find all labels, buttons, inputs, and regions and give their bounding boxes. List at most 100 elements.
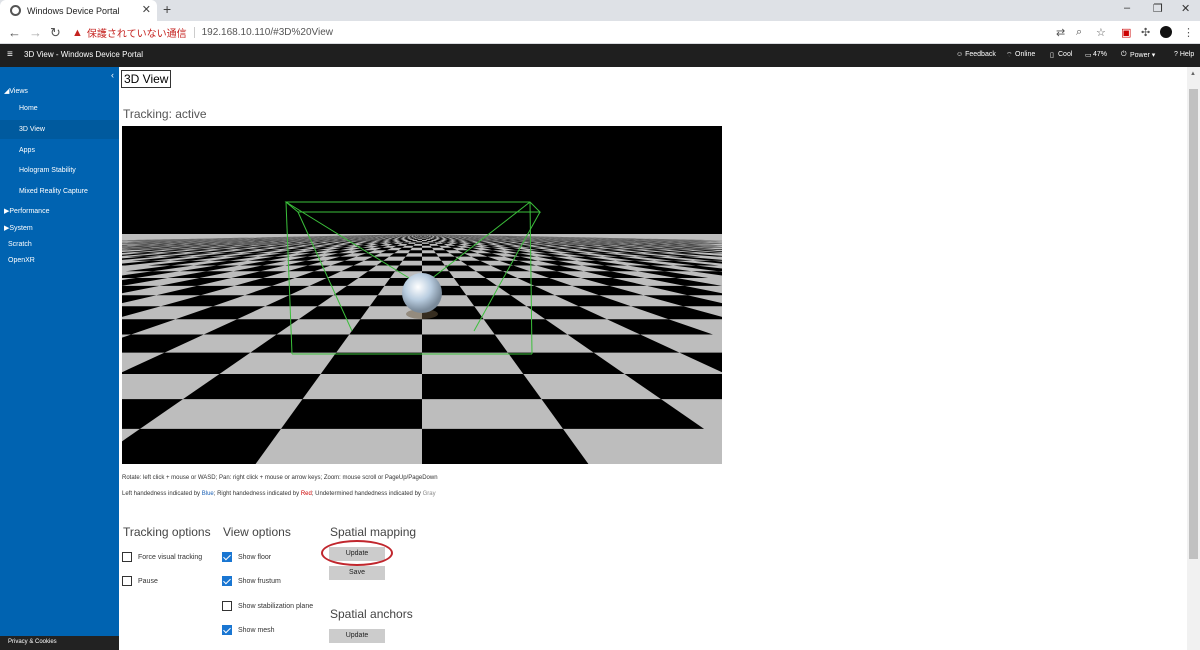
sidebar-group-views[interactable]: ◢Views <box>4 87 28 95</box>
browser-tabstrip: Windows Device Portal ✕ + – ❐ ✕ <box>0 0 1200 21</box>
show-mesh-option[interactable]: Show mesh <box>222 625 275 635</box>
avatar[interactable] <box>1160 26 1172 38</box>
hint-text: ; Right handedness indicated by <box>213 491 301 497</box>
feedback-button[interactable]: ☺ Feedback <box>956 51 996 58</box>
hint-blue: Blue <box>201 491 214 497</box>
tab-title: Windows Device Portal <box>27 5 120 16</box>
floor-tile <box>422 241 429 243</box>
tracking-options-heading: Tracking options <box>123 525 211 539</box>
floor-tile <box>320 352 422 374</box>
close-window-button[interactable]: ✕ <box>1181 2 1190 15</box>
3d-viewport[interactable] <box>122 126 722 464</box>
floor-tile <box>418 238 422 240</box>
warning-icon: ▲ <box>72 26 83 39</box>
chevron-left-icon[interactable]: ‹ <box>111 70 114 80</box>
show-frustum-option[interactable]: Show frustum <box>222 576 281 586</box>
forward-icon[interactable]: → <box>29 25 42 40</box>
puzzle-icon[interactable]: ✣ <box>1141 26 1150 39</box>
hint-text: ; Undetermined handedness indicated by <box>311 491 423 497</box>
sidebar-selected-bg <box>0 120 119 139</box>
spatial-anchors-heading: Spatial anchors <box>330 607 413 621</box>
spatial-anchors-update-button[interactable]: Update <box>329 629 385 643</box>
floor-tile <box>422 239 427 241</box>
hint-red: Red <box>300 491 312 497</box>
more-menu-icon[interactable]: ⋮ <box>1183 26 1194 39</box>
checkbox[interactable] <box>222 625 232 635</box>
battery-level: 47% <box>1093 51 1108 58</box>
back-icon[interactable]: ← <box>8 25 21 40</box>
wifi-icon: ⌔ <box>1006 52 1013 59</box>
highlight-circle <box>321 540 393 566</box>
floor-tile <box>419 237 422 238</box>
sidebar-item-hologram-stability[interactable]: Hologram Stability <box>19 167 76 174</box>
controls-hint: Rotate: left click + mouse or WASD; Pan:… <box>122 475 438 481</box>
checkbox[interactable] <box>122 576 132 586</box>
handedness-hint: Left handedness indicated by Blue; Right… <box>122 491 436 497</box>
floor-tile <box>395 265 422 272</box>
option-label: Show floor <box>238 553 272 561</box>
sidebar-item-3d-view[interactable]: 3D View <box>19 126 45 133</box>
insecure-label: 保護されていない通信 <box>86 29 187 40</box>
browser-tab[interactable]: Windows Device Portal ✕ <box>0 0 157 21</box>
privacy-link[interactable]: Privacy & Cookies <box>8 639 57 645</box>
spatial-mapping-save-button[interactable]: Save <box>329 566 385 580</box>
zoom-icon[interactable]: ⌕ <box>1076 26 1082 39</box>
hamburger-icon[interactable]: ≡ <box>7 49 13 60</box>
sidebar-group-performance[interactable]: ▶Performance <box>4 207 49 215</box>
sidebar-item-home[interactable]: Home <box>19 105 38 112</box>
floor-tile <box>414 242 422 244</box>
maximize-button[interactable]: ❐ <box>1153 2 1163 15</box>
online-status: Online <box>1015 51 1036 58</box>
pause-option[interactable]: Pause <box>122 576 158 586</box>
hint-gray: Gray <box>422 491 436 497</box>
checkbox[interactable] <box>122 552 132 562</box>
force-visual-tracking-option[interactable]: Force visual tracking <box>122 552 202 562</box>
sidebar-group-system[interactable]: ▶System <box>4 224 33 232</box>
url-text[interactable]: 192.168.10.110/#3D%20View <box>202 27 333 38</box>
thermal-status: Cool <box>1058 51 1073 58</box>
floor-tile <box>412 245 422 248</box>
tracking-status: Tracking: active <box>123 107 207 121</box>
main-content: 3D View Tracking: active Rotate: left cl… <box>119 67 1187 650</box>
sidebar-item-apps[interactable]: Apps <box>19 147 35 154</box>
spatial-mapping-heading: Spatial mapping <box>330 525 417 539</box>
omnibox[interactable]: ▲ 保護されていない通信 192.168.10.110/#3D%20View <box>72 24 1052 41</box>
floor-tile <box>416 240 422 242</box>
address-bar: ← → ↻ ▲ 保護されていない通信 192.168.10.110/#3D%20… <box>0 21 1200 44</box>
app-bar: ≡ 3D View - Windows Device Portal ☺ Feed… <box>0 44 1200 67</box>
show-stabilization-plane-option[interactable]: Show stabilization plane <box>222 601 313 611</box>
battery-icon: ▭ <box>1085 52 1092 59</box>
checkbox[interactable] <box>222 601 232 611</box>
help-button[interactable]: ? Help <box>1174 51 1194 58</box>
minimize-button[interactable]: – <box>1124 2 1130 14</box>
sidebar: ‹ ◢Views Home 3D View Apps Hologram Stab… <box>0 67 119 650</box>
power-menu[interactable]: Power ▾ <box>1130 51 1155 59</box>
bookmark-star-icon[interactable]: ☆ <box>1096 26 1106 39</box>
checkbox[interactable] <box>222 576 232 586</box>
globe-icon <box>10 5 21 16</box>
checkbox[interactable] <box>222 552 232 562</box>
app-title: 3D View - Windows Device Portal <box>24 50 144 59</box>
new-tab-button[interactable]: + <box>163 1 171 17</box>
floor-tile <box>422 253 439 257</box>
show-floor-option[interactable]: Show floor <box>222 552 271 562</box>
page-scrollbar[interactable]: ▲ <box>1187 67 1200 650</box>
sidebar-item-openxr[interactable]: OpenXR <box>8 257 35 264</box>
sidebar-item-mixed-reality-capture[interactable]: Mixed Reality Capture <box>19 188 88 195</box>
option-label: Force visual tracking <box>138 553 203 561</box>
scroll-up-icon[interactable]: ▲ <box>1190 71 1196 77</box>
close-tab-icon[interactable]: ✕ <box>142 3 151 16</box>
floor-tile <box>402 256 422 261</box>
hint-text: Left handedness indicated by <box>122 491 202 497</box>
view-options-heading: View options <box>223 525 291 539</box>
reload-icon[interactable]: ↻ <box>50 25 61 41</box>
translate-icon[interactable]: ⇄ <box>1056 26 1065 39</box>
floor-tile <box>422 428 589 464</box>
floor-tile <box>122 428 281 464</box>
floor-tile <box>422 260 445 266</box>
sidebar-item-scratch[interactable]: Scratch <box>8 241 32 248</box>
scrollbar-thumb[interactable] <box>1189 89 1198 559</box>
floor-tile <box>422 247 434 251</box>
extension-icon[interactable]: ▣ <box>1121 26 1131 39</box>
floor-tile <box>422 237 426 239</box>
